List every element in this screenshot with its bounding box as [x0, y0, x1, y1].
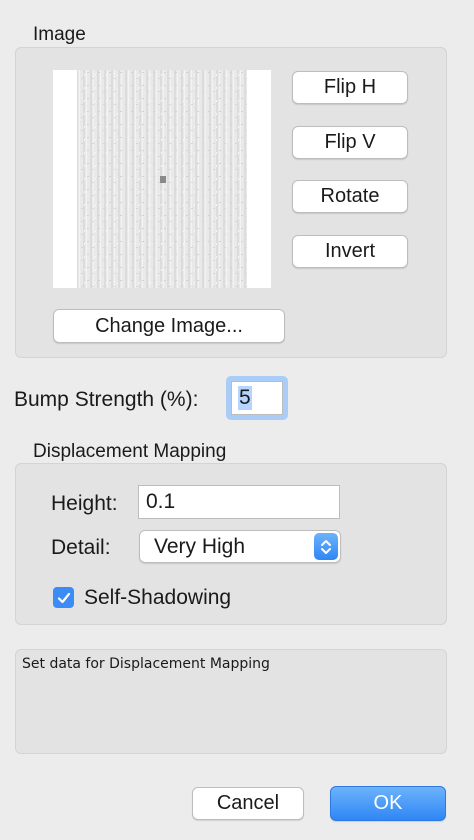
cancel-button[interactable]: Cancel	[192, 787, 304, 820]
flip-v-button[interactable]: Flip V	[292, 126, 408, 159]
height-field[interactable]: 0.1	[138, 485, 340, 519]
displacement-section-label: Displacement Mapping	[33, 441, 227, 462]
bump-strength-value: 5	[238, 386, 252, 410]
flip-h-button[interactable]: Flip H	[292, 71, 408, 104]
rotate-button[interactable]: Rotate	[292, 180, 408, 213]
self-shadowing-checkbox[interactable]	[53, 587, 74, 608]
bump-texture-image	[77, 70, 247, 288]
stepper-chevron-icon	[314, 533, 338, 560]
invert-button[interactable]: Invert	[292, 235, 408, 268]
image-section-label: Image	[33, 24, 86, 45]
bump-strength-input[interactable]: 5	[231, 381, 283, 415]
detail-select[interactable]: Very High	[139, 530, 341, 563]
detail-label: Detail:	[51, 536, 111, 559]
checkmark-icon	[57, 592, 70, 603]
bump-strength-focus-ring: 5	[226, 376, 288, 420]
change-image-button[interactable]: Change Image...	[53, 309, 285, 343]
detail-select-value: Very High	[154, 534, 246, 558]
self-shadowing-label[interactable]: Self-Shadowing	[84, 586, 231, 610]
texture-preview	[53, 70, 271, 288]
ok-button[interactable]: OK	[330, 786, 446, 821]
bump-strength-label: Bump Strength (%):	[14, 388, 199, 411]
height-value: 0.1	[146, 490, 176, 513]
info-text: Set data for Displacement Mapping	[22, 656, 270, 672]
height-label: Height:	[51, 492, 118, 515]
